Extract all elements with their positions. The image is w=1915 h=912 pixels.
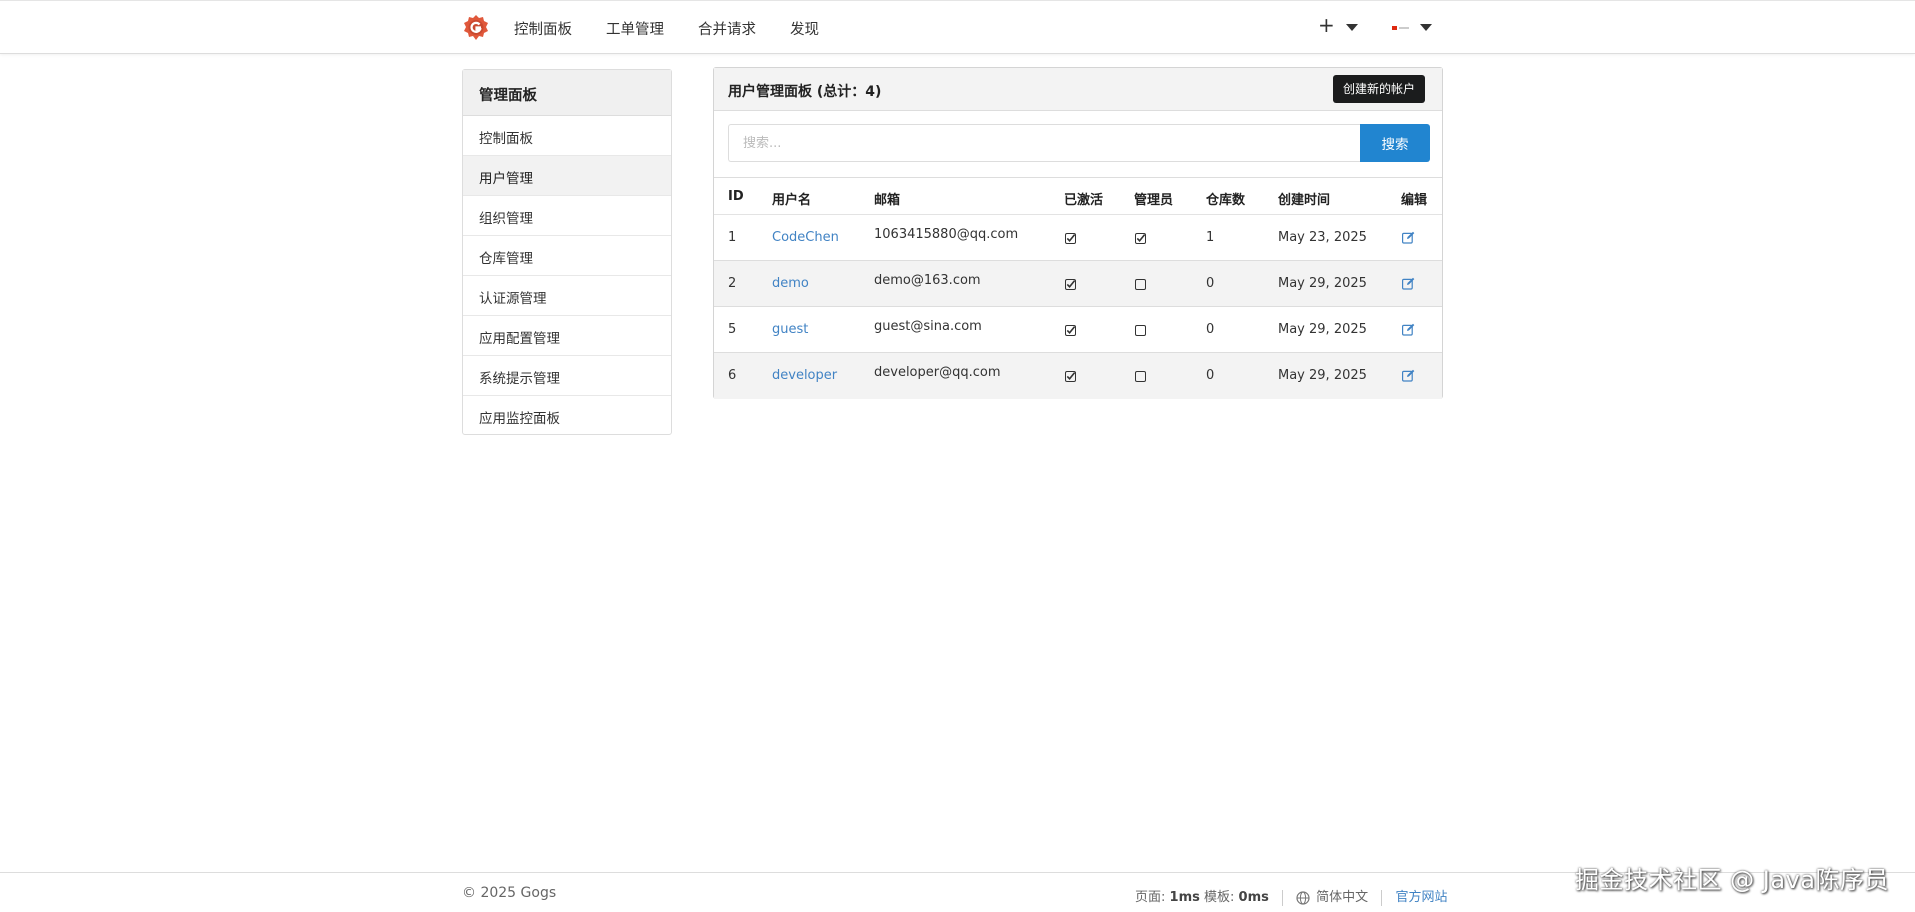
unchecked-checkbox-icon xyxy=(1135,324,1146,336)
cell-created: May 29, 2025 xyxy=(1278,368,1367,383)
username-link[interactable]: demo xyxy=(772,276,809,291)
sidebar-item-monitor[interactable]: 应用监控面板 xyxy=(463,396,671,436)
create-account-button[interactable]: 创建新的帐户 xyxy=(1332,75,1425,103)
checked-checkbox-icon xyxy=(1065,370,1076,382)
edit-icon[interactable] xyxy=(1402,369,1415,382)
create-menu-chevron-down-icon[interactable] xyxy=(1346,24,1358,31)
official-site-link[interactable]: 官方网站 xyxy=(1395,890,1447,905)
template-time-value: 0ms xyxy=(1238,890,1269,905)
cell-repos: 0 xyxy=(1206,322,1215,337)
username-link[interactable]: developer xyxy=(772,368,837,383)
checked-checkbox-icon xyxy=(1065,232,1076,244)
unchecked-checkbox-icon xyxy=(1135,278,1146,290)
table-row: 2 demo demo@163.com 0 May 29, 2025 xyxy=(714,261,1442,307)
footer-divider xyxy=(1381,889,1383,906)
sidebar-item-repositories[interactable]: 仓库管理 xyxy=(463,236,671,276)
search-form: 搜索 xyxy=(728,124,1430,162)
edit-icon[interactable] xyxy=(1402,323,1415,336)
sidebar-item-dashboard[interactable]: 控制面板 xyxy=(463,116,671,156)
column-header-username: 用户名 xyxy=(772,193,812,208)
table-row: 6 developer developer@qq.com 0 May 29, 2025 xyxy=(714,353,1442,399)
nav-dashboard[interactable]: 控制面板 xyxy=(514,18,572,39)
column-header-repos: 仓库数 xyxy=(1206,193,1246,208)
nav-issues[interactable]: 工单管理 xyxy=(606,18,664,39)
admin-sidebar: 管理面板 控制面板 用户管理 组织管理 仓库管理 认证源管理 应用配置管理 系统… xyxy=(462,69,672,435)
watermark: 掘金技术社区 @ Java陈序员 xyxy=(1575,866,1889,894)
username-link[interactable]: CodeChen xyxy=(772,230,839,245)
cell-id: 1 xyxy=(728,230,737,245)
cell-repos: 0 xyxy=(1206,368,1215,383)
page-time-value: 1ms xyxy=(1169,890,1200,905)
sidebar-item-users[interactable]: 用户管理 xyxy=(463,156,671,196)
cell-repos: 0 xyxy=(1206,276,1215,291)
edit-icon[interactable] xyxy=(1402,231,1415,244)
cell-created: May 29, 2025 xyxy=(1278,322,1367,337)
globe-icon xyxy=(1296,890,1310,905)
sidebar-title: 管理面板 xyxy=(463,70,671,116)
nav-pull-requests[interactable]: 合并请求 xyxy=(698,18,756,39)
sidebar-item-auth-sources[interactable]: 认证源管理 xyxy=(463,276,671,316)
table-row: 5 guest guest@sina.com 0 May 29, 2025 xyxy=(714,307,1442,353)
cell-created: May 29, 2025 xyxy=(1278,276,1367,291)
user-avatar[interactable] xyxy=(1392,25,1409,30)
username-link[interactable]: guest xyxy=(772,322,808,337)
footer-info: 页面: 1ms 模板: 0ms 简体中文 官方网站 xyxy=(1135,886,1447,906)
checked-checkbox-icon xyxy=(1065,324,1076,336)
cell-created: May 23, 2025 xyxy=(1278,230,1367,245)
column-header-email: 邮箱 xyxy=(874,193,901,208)
top-navbar: 控制面板 工单管理 合并请求 发现 + xyxy=(0,0,1915,54)
search-button[interactable]: 搜索 xyxy=(1360,124,1430,162)
cell-email: demo@163.com xyxy=(874,273,981,288)
page-time-label: 页面: xyxy=(1135,890,1166,905)
cell-id: 2 xyxy=(728,276,737,291)
users-table: ID 用户名 邮箱 已激活 管理员 仓库数 创建时间 编辑 1 CodeChen 1… xyxy=(714,177,1442,399)
column-header-id: ID xyxy=(728,189,744,204)
unchecked-checkbox-icon xyxy=(1135,370,1146,382)
gogs-logo-icon[interactable] xyxy=(462,14,490,42)
edit-icon[interactable] xyxy=(1402,277,1415,290)
template-time-label: 模板: xyxy=(1204,890,1235,905)
cell-email: developer@qq.com xyxy=(874,365,1001,380)
checked-checkbox-icon xyxy=(1065,278,1076,290)
cell-repos: 1 xyxy=(1206,230,1215,245)
column-header-admin: 管理员 xyxy=(1134,193,1174,208)
copyright: © 2025 Gogs xyxy=(462,885,557,901)
cell-id: 6 xyxy=(728,368,737,383)
user-management-panel: 用户管理面板 (总计：4) 创建新的帐户 搜索 ID 用户名 邮箱 已激活 管理… xyxy=(713,67,1443,399)
table-header: ID 用户名 邮箱 已激活 管理员 仓库数 创建时间 编辑 xyxy=(714,178,1442,215)
search-input[interactable] xyxy=(728,124,1360,162)
panel-header: 用户管理面板 (总计：4) 创建新的帐户 xyxy=(714,68,1442,111)
footer-divider xyxy=(1282,889,1284,906)
column-header-created: 创建时间 xyxy=(1278,193,1331,208)
cell-email: 1063415880@qq.com xyxy=(874,227,1019,242)
language-selector[interactable]: 简体中文 xyxy=(1316,890,1368,905)
user-menu-chevron-down-icon[interactable] xyxy=(1420,24,1432,31)
column-header-activated: 已激活 xyxy=(1064,193,1104,208)
nav-explore[interactable]: 发现 xyxy=(790,18,819,39)
checked-checkbox-icon xyxy=(1135,232,1146,244)
cell-email: guest@sina.com xyxy=(874,319,982,334)
panel-title: 用户管理面板 (总计：4) xyxy=(728,84,882,100)
sidebar-item-organizations[interactable]: 组织管理 xyxy=(463,196,671,236)
table-row: 1 CodeChen 1063415880@qq.com 1 May 23, 2025 xyxy=(714,215,1442,261)
create-plus-icon[interactable]: + xyxy=(1318,13,1335,37)
sidebar-item-config[interactable]: 应用配置管理 xyxy=(463,316,671,356)
sidebar-item-notices[interactable]: 系统提示管理 xyxy=(463,356,671,396)
cell-id: 5 xyxy=(728,322,737,337)
column-header-edit: 编辑 xyxy=(1401,193,1428,208)
